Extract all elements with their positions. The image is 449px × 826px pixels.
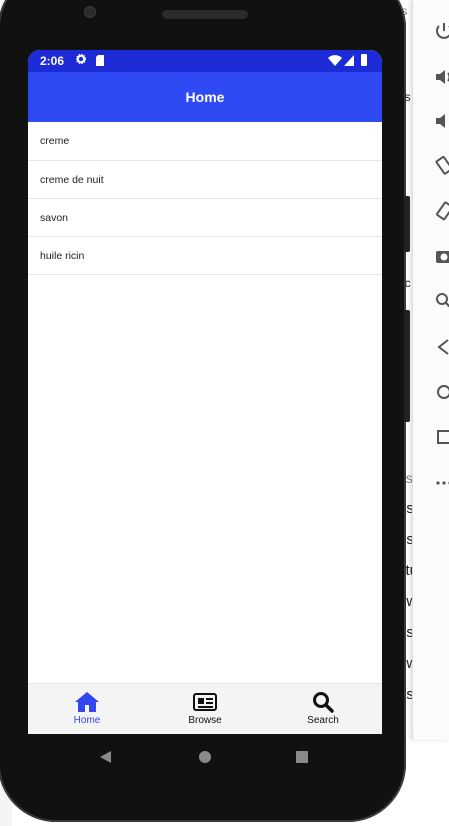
sd-card-icon	[96, 55, 104, 66]
tab-home[interactable]: Home	[28, 684, 146, 734]
power-icon[interactable]	[433, 20, 449, 42]
battery-icon	[361, 54, 367, 66]
list-item[interactable]: huile ricin	[28, 237, 382, 275]
back-icon[interactable]	[98, 750, 112, 764]
tab-label: Search	[307, 715, 339, 726]
front-camera	[84, 6, 96, 18]
app-bar: Home	[28, 72, 382, 122]
volume-button	[404, 196, 410, 252]
status-time: 2:06	[40, 54, 65, 68]
back-icon[interactable]	[433, 336, 449, 358]
zoom-icon[interactable]	[433, 290, 449, 312]
rotate-left-icon[interactable]	[433, 155, 449, 177]
rotate-right-icon[interactable]	[433, 200, 449, 222]
tab-search[interactable]: Search	[264, 684, 382, 734]
signal-icon	[344, 55, 354, 66]
status-bar: 2:06	[28, 50, 382, 72]
list-item[interactable]: creme	[28, 122, 382, 161]
home-circle-icon[interactable]	[433, 381, 449, 403]
volume-down-icon[interactable]	[433, 110, 449, 132]
system-nav-bar	[28, 734, 382, 778]
emulator-controls-panel	[412, 0, 449, 740]
list-item[interactable]: creme de nuit	[28, 161, 382, 199]
camera-icon[interactable]	[433, 245, 449, 267]
volume-up-icon[interactable]	[433, 66, 449, 88]
more-icon[interactable]	[433, 472, 449, 494]
recents-icon[interactable]	[296, 751, 308, 763]
power-button	[404, 310, 410, 422]
phone-screen: 2:06 Home creme creme de nuit savon huil…	[28, 50, 382, 734]
recents-icon[interactable]	[433, 426, 449, 448]
wifi-icon	[328, 55, 342, 66]
gear-icon	[76, 54, 86, 64]
newspaper-icon	[193, 693, 217, 711]
home-circle-icon[interactable]	[199, 751, 211, 763]
list-item[interactable]: savon	[28, 199, 382, 237]
page-title: Home	[185, 89, 225, 105]
tab-browse[interactable]: Browse	[146, 684, 264, 734]
product-list: creme creme de nuit savon huile ricin	[28, 122, 382, 275]
tab-label: Home	[73, 715, 101, 726]
earpiece-speaker	[162, 10, 248, 19]
bottom-tab-bar: Home Browse Search	[28, 683, 382, 734]
search-icon	[313, 692, 334, 713]
tab-label: Browse	[188, 715, 222, 726]
home-icon	[75, 692, 99, 712]
